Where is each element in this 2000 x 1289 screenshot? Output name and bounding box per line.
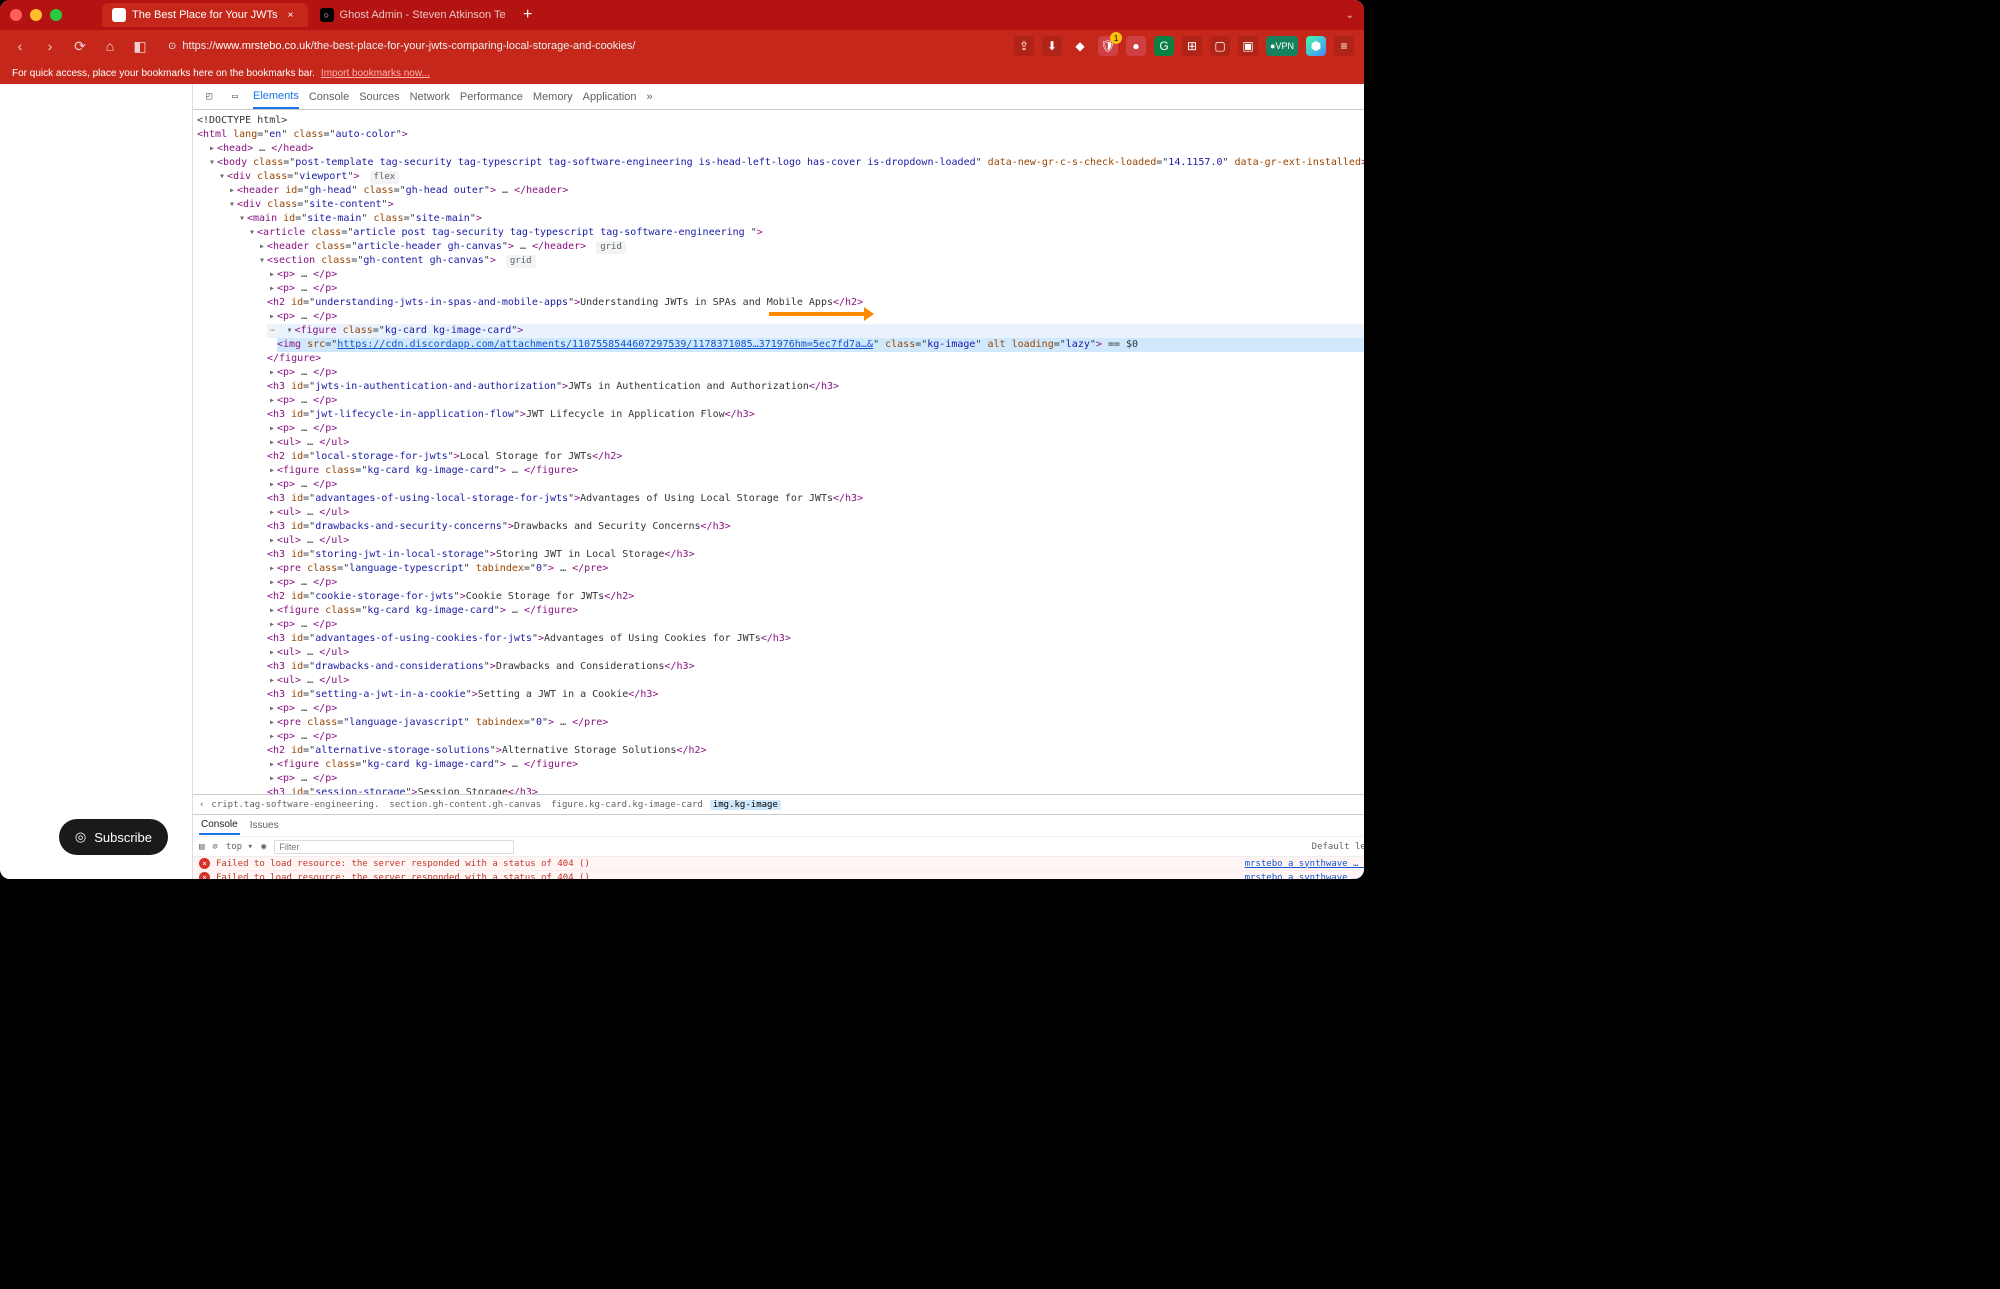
- download-icon[interactable]: ⬇: [1042, 36, 1062, 56]
- console-error-row[interactable]: × Failed to load resource: the server re…: [193, 857, 1364, 871]
- drawer-tab-issues[interactable]: Issues: [248, 817, 281, 834]
- breadcrumb-prev-icon[interactable]: ‹: [199, 800, 204, 810]
- extension-ublock-icon[interactable]: 🛡1: [1098, 36, 1118, 56]
- url-text: https://www.mrstebo.co.uk/the-best-place…: [182, 40, 635, 52]
- dom-tree[interactable]: <!DOCTYPE html> <html lang="en" class="a…: [193, 110, 1364, 794]
- bookmark-bar: For quick access, place your bookmarks h…: [0, 62, 1364, 84]
- minimize-window-button[interactable]: [30, 9, 42, 21]
- devtools-top-bar: ◰ ▭ Elements Console Sources Network Per…: [193, 84, 1364, 110]
- site-info-icon[interactable]: ⊙: [168, 41, 176, 52]
- window-controls: [10, 9, 62, 21]
- toolbar-right-icons: ⇪ ⬇ ◆ 🛡1 ● G ⊞ ▢ ▣ ● VPN ⬢ ≡: [1014, 36, 1354, 56]
- device-toolbar-icon[interactable]: ▭: [227, 89, 243, 105]
- favicon-icon: ○: [320, 8, 334, 22]
- home-button[interactable]: ⌂: [100, 36, 120, 56]
- tab-inactive[interactable]: ○ Ghost Admin - Steven Atkinson Te: [310, 3, 516, 27]
- dom-breadcrumb[interactable]: ‹ cript.tag-software-engineering. sectio…: [193, 794, 1364, 814]
- devtools-tab-console[interactable]: Console: [309, 86, 349, 108]
- share-icon[interactable]: ⇪: [1014, 36, 1034, 56]
- extension-warp-icon[interactable]: ⬢: [1306, 36, 1326, 56]
- log-levels-dropdown[interactable]: Default levels ▾: [1312, 842, 1364, 852]
- import-bookmarks-link[interactable]: Import bookmarks now...: [321, 68, 430, 79]
- extension-slot-icon[interactable]: ▣: [1238, 36, 1258, 56]
- extensions-icon[interactable]: ⊞: [1182, 36, 1202, 56]
- sidebar-button[interactable]: ◧: [130, 36, 150, 56]
- devtools-tab-more-icon[interactable]: »: [646, 86, 652, 108]
- extension-shield-icon[interactable]: ◆: [1070, 36, 1090, 56]
- error-icon: ×: [199, 872, 210, 879]
- inspect-element-icon[interactable]: ◰: [201, 89, 217, 105]
- favicon-icon: ★: [112, 8, 126, 22]
- new-tab-button[interactable]: +: [518, 5, 538, 25]
- extension-badge: 1: [1110, 32, 1122, 44]
- error-icon: ×: [199, 858, 210, 869]
- forward-button[interactable]: ›: [40, 36, 60, 56]
- close-tab-icon[interactable]: ×: [284, 8, 298, 22]
- tab-title: The Best Place for Your JWTs: [132, 9, 278, 21]
- vpn-indicator[interactable]: ● VPN: [1266, 36, 1298, 56]
- browser-window: ★ The Best Place for Your JWTs × ○ Ghost…: [0, 0, 1364, 879]
- tab-active[interactable]: ★ The Best Place for Your JWTs ×: [102, 3, 308, 27]
- content-row: applications. We'll delve into the secur…: [0, 84, 1364, 879]
- context-selector[interactable]: top ▾: [226, 842, 253, 852]
- clear-console-icon[interactable]: ⊘: [212, 842, 217, 852]
- console-error-row[interactable]: × Failed to load resource: the server re…: [193, 871, 1364, 879]
- extension-grammarly-icon[interactable]: G: [1154, 36, 1174, 56]
- devtools-tab-sources[interactable]: Sources: [359, 86, 399, 108]
- browser-tabs: ★ The Best Place for Your JWTs × ○ Ghost…: [102, 3, 1346, 27]
- reload-button[interactable]: ⟳: [70, 36, 90, 56]
- menu-icon[interactable]: ≡: [1334, 36, 1354, 56]
- console-filter-input[interactable]: [274, 840, 514, 854]
- eye-icon[interactable]: ◉: [261, 842, 266, 852]
- devtools-tab-application[interactable]: Application: [583, 86, 637, 108]
- subscribe-icon: ◎: [75, 829, 86, 845]
- address-bar[interactable]: ⊙ https://www.mrstebo.co.uk/the-best-pla…: [160, 35, 1004, 57]
- selected-dom-node[interactable]: <img src="https://cdn.discordapp.com/att…: [277, 338, 1364, 352]
- devtools-tab-elements[interactable]: Elements: [253, 85, 299, 109]
- chevron-down-icon[interactable]: ⌄: [1346, 10, 1354, 21]
- devtools-panel: ◰ ▭ Elements Console Sources Network Per…: [192, 84, 1364, 879]
- devtools-tab-performance[interactable]: Performance: [460, 86, 523, 108]
- console-drawer: Console Issues × ▤ ⊘ top ▾ ◉ Default lev…: [193, 814, 1364, 879]
- window-titlebar: ★ The Best Place for Your JWTs × ○ Ghost…: [0, 0, 1364, 30]
- back-button[interactable]: ‹: [10, 36, 30, 56]
- tab-title: Ghost Admin - Steven Atkinson Te: [340, 9, 506, 21]
- subscribe-label: Subscribe: [94, 830, 152, 845]
- devtools-tab-memory[interactable]: Memory: [533, 86, 573, 108]
- maximize-window-button[interactable]: [50, 9, 62, 21]
- sidebar-toggle-icon[interactable]: ▤: [199, 842, 204, 852]
- devtools-tabs: Elements Console Sources Network Perform…: [253, 85, 1364, 109]
- drawer-tab-console[interactable]: Console: [199, 816, 240, 835]
- close-window-button[interactable]: [10, 9, 22, 21]
- extension-icon[interactable]: ●: [1126, 36, 1146, 56]
- devtools-tab-network[interactable]: Network: [410, 86, 450, 108]
- bookmark-hint-text: For quick access, place your bookmarks h…: [12, 68, 315, 79]
- browser-toolbar: ‹ › ⟳ ⌂ ◧ ⊙ https://www.mrstebo.co.uk/th…: [0, 30, 1364, 62]
- subscribe-button[interactable]: ◎ Subscribe: [59, 819, 168, 855]
- web-page: applications. We'll delve into the secur…: [0, 84, 192, 879]
- extension-slot-icon[interactable]: ▢: [1210, 36, 1230, 56]
